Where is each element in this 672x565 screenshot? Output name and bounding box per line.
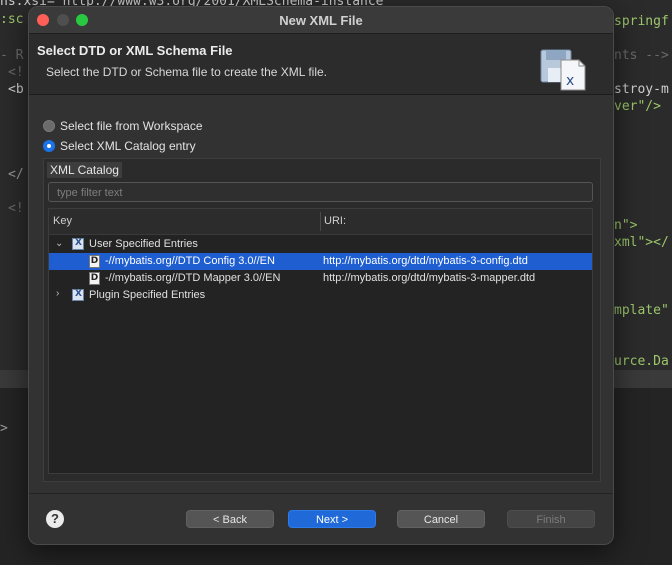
chevron-right-icon[interactable]: › <box>56 288 59 299</box>
editor-line: > <box>0 421 8 436</box>
filter-field[interactable] <box>48 182 593 202</box>
new-xml-file-wizard-icon: x <box>540 49 586 91</box>
editor-line: n"> <box>614 218 638 233</box>
catalog-entry-row[interactable]: D -//mybatis.org//DTD Config 3.0//EN htt… <box>49 253 592 270</box>
wizard-page-description: Select the DTD or Schema file to create … <box>46 65 328 79</box>
radio-select-xml-catalog[interactable]: Select XML Catalog entry <box>43 139 196 153</box>
editor-line: - R <box>0 48 24 63</box>
editor-line: :sc <box>0 12 24 27</box>
wizard-header: Select DTD or XML Schema File Select the… <box>29 34 613 95</box>
editor-line: <b <box>8 82 24 97</box>
editor-line: urce.Da <box>614 354 669 369</box>
dialog-title: New XML File <box>279 13 363 28</box>
radio-label: Select XML Catalog entry <box>60 139 196 153</box>
tree-node-plugin-specified-entries[interactable]: › Plugin Specified Entries <box>49 287 592 304</box>
editor-line: ver"/> <box>614 99 661 114</box>
filter-input[interactable] <box>49 185 587 201</box>
cancel-button[interactable]: Cancel <box>397 510 485 528</box>
editor-line: xml"></ <box>614 235 669 250</box>
dialog-titlebar: New XML File <box>29 7 613 34</box>
editor-line: <! <box>8 201 24 216</box>
dtd-file-icon: D <box>89 255 100 268</box>
xml-catalog-group-label: XML Catalog <box>47 162 122 178</box>
svg-text:x: x <box>566 73 574 89</box>
tree-node-label: User Specified Entries <box>89 238 198 250</box>
help-icon[interactable]: ? <box>46 510 64 528</box>
catalog-tree: Key URI: ⌄ User Specified Entries D -//m… <box>48 208 593 474</box>
catalog-entry-uri: http://mybatis.org/dtd/mybatis-3-config.… <box>323 255 528 267</box>
back-button[interactable]: < Back <box>186 510 274 528</box>
editor-line: <! <box>8 65 24 80</box>
radio-unchecked-icon <box>43 120 55 132</box>
editor-line: mplate" <box>614 303 669 318</box>
chevron-down-icon[interactable]: ⌄ <box>55 238 63 249</box>
xml-catalog-icon <box>72 289 84 301</box>
column-header-uri[interactable]: URI: <box>324 215 346 227</box>
wizard-page-title: Select DTD or XML Schema File <box>37 43 233 58</box>
editor-line: nts --> <box>614 48 669 63</box>
next-button[interactable]: Next > <box>288 510 376 528</box>
column-header-key[interactable]: Key <box>53 215 72 227</box>
catalog-entry-key: -//mybatis.org//DTD Config 3.0//EN <box>105 255 275 267</box>
catalog-entry-uri: http://mybatis.org/dtd/mybatis-3-mapper.… <box>323 272 536 284</box>
tree-node-label: Plugin Specified Entries <box>89 289 206 301</box>
finish-button[interactable]: Finish <box>507 510 595 528</box>
editor-line: springf <box>614 14 669 29</box>
catalog-entry-row[interactable]: D -//mybatis.org//DTD Mapper 3.0//EN htt… <box>49 270 592 287</box>
radio-select-from-workspace[interactable]: Select file from Workspace <box>43 119 203 133</box>
tree-node-user-specified-entries[interactable]: ⌄ User Specified Entries <box>49 236 592 253</box>
new-xml-file-dialog: New XML File Select DTD or XML Schema Fi… <box>28 6 614 545</box>
footer-divider <box>29 493 613 494</box>
editor-line: stroy-m <box>614 82 669 97</box>
column-divider[interactable] <box>320 212 321 231</box>
radio-checked-icon <box>43 140 55 152</box>
tree-column-header: Key URI: <box>49 209 592 235</box>
xml-catalog-icon <box>72 238 84 250</box>
catalog-entry-key: -//mybatis.org//DTD Mapper 3.0//EN <box>105 272 281 284</box>
dtd-file-icon: D <box>89 272 100 285</box>
editor-line: </ <box>8 167 24 182</box>
radio-label: Select file from Workspace <box>60 119 203 133</box>
